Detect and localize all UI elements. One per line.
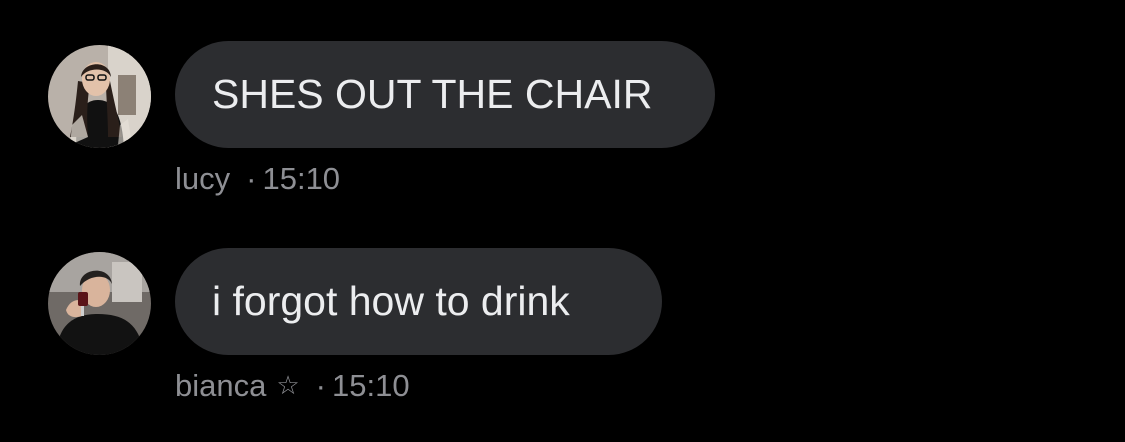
sender-name[interactable]: lucy: [175, 161, 230, 197]
avatar[interactable]: [48, 252, 151, 355]
avatar[interactable]: [48, 45, 151, 148]
message-bubble[interactable]: SHES OUT THE CHAIR: [175, 41, 715, 148]
meta-separator: ·: [315, 368, 326, 403]
meta-separator: ·: [246, 161, 257, 196]
message-bubble[interactable]: i forgot how to drink: [175, 248, 662, 355]
message-meta: lucy · 15:10: [175, 161, 340, 197]
message-meta: bianca ☆ · 15:10: [175, 368, 410, 404]
star-outline-icon: ☆: [276, 371, 300, 401]
user-avatar-photo: [48, 252, 151, 355]
message-time: 15:10: [332, 368, 410, 403]
sender-name[interactable]: bianca: [175, 368, 266, 404]
chat-thread: SHES OUT THE CHAIR lucy · 15:10 i forgot…: [0, 0, 1125, 442]
user-avatar-photo: [48, 45, 151, 148]
message-time: 15:10: [262, 161, 341, 196]
